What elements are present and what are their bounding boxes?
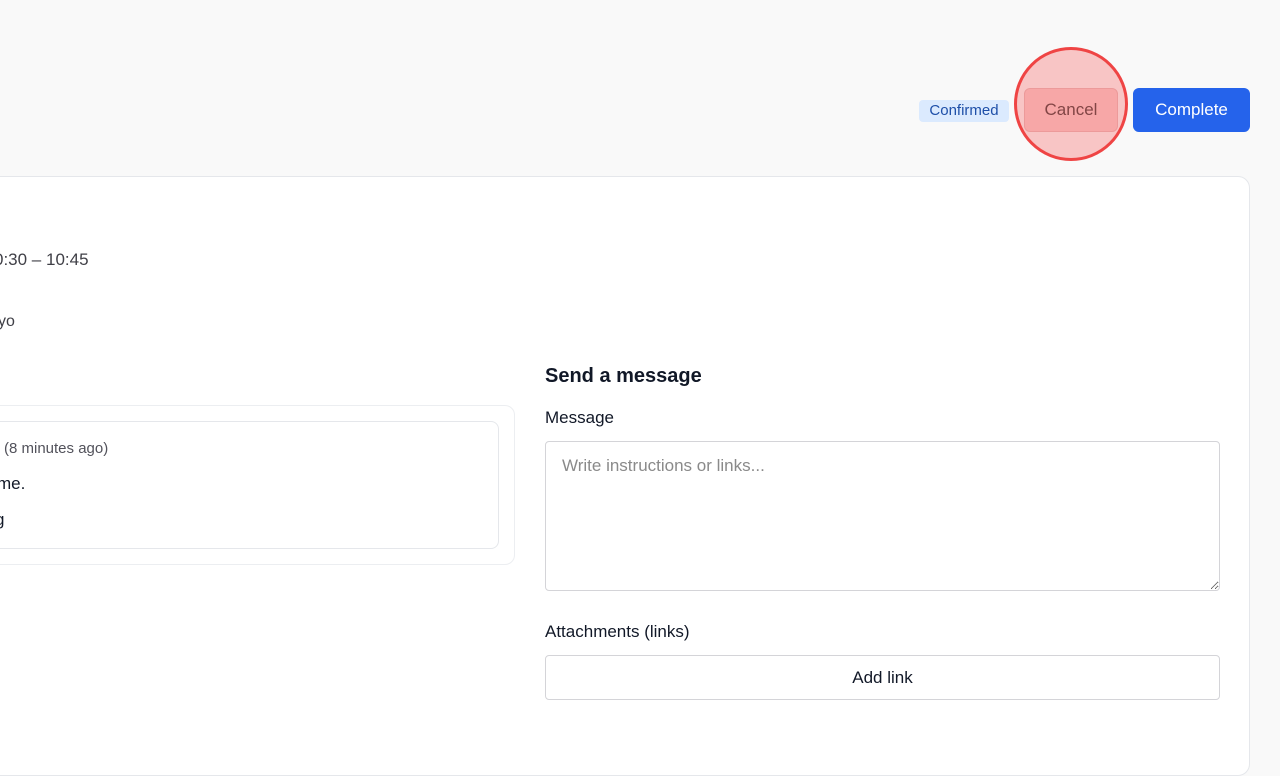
attachments-label: Attachments (links) xyxy=(545,622,690,641)
booking-time: 0:30 – 10:45 xyxy=(0,250,89,269)
message-text-line: g xyxy=(0,510,4,530)
add-link-button[interactable]: Add link xyxy=(545,655,1220,700)
cancel-button[interactable]: Cancel xyxy=(1024,88,1118,132)
booking-host: yo xyxy=(0,313,15,330)
message-label: Message xyxy=(545,408,614,427)
send-message-title: Send a message xyxy=(545,365,702,387)
status-badge: Confirmed xyxy=(919,100,1009,122)
message-textarea[interactable] xyxy=(545,441,1220,591)
complete-button[interactable]: Complete xyxy=(1133,88,1250,132)
message-text-line: me. xyxy=(0,474,26,493)
message-timestamp: (8 minutes ago) xyxy=(4,440,109,457)
